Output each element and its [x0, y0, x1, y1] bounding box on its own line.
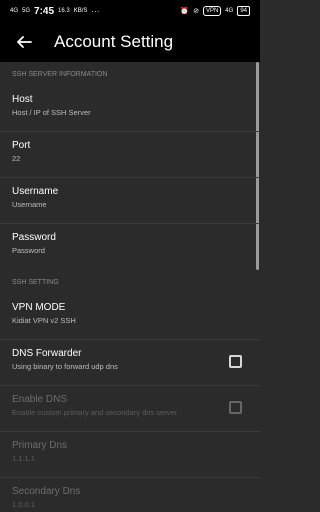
status-right: ⏰ ⊘ VPN 4G 94 — [180, 6, 250, 16]
app-bar: Account Setting — [0, 22, 260, 62]
host-title: Host — [12, 94, 33, 105]
dns-forwarder-checkbox[interactable] — [229, 355, 242, 368]
dns-forwarder-title: DNS Forwarder — [12, 348, 82, 359]
username-title: Username — [12, 186, 59, 197]
vpn-mode-title: VPN MODE — [12, 302, 66, 313]
section-header-ssh-setting: SSH SETTING — [12, 279, 59, 286]
status-bar: 4G 5G 7:45 16.3 KB/S ··· ⏰ ⊘ VPN 4G 94 — [0, 0, 260, 22]
primary-dns-subtitle: 1.1.1.1 — [12, 454, 35, 463]
enable-dns-text: Enable DNS Enable custom primary and sec… — [12, 394, 229, 417]
vpn-mode-subtitle: Kidiat VPN v2 SSH — [12, 316, 76, 325]
status-time: 7:45 — [34, 5, 55, 17]
enable-dns-title: Enable DNS — [12, 394, 68, 405]
username-row[interactable]: Username Username — [0, 178, 260, 224]
more-notifications-icon: ··· — [91, 6, 100, 16]
vpn-mode-row[interactable]: VPN MODE Kidiat VPN v2 SSH — [0, 294, 260, 340]
secondary-dns-subtitle: 1.0.0.1 — [12, 500, 35, 509]
port-title: Port — [12, 140, 31, 151]
enable-dns-row: Enable DNS Enable custom primary and sec… — [0, 386, 260, 432]
host-subtitle: Host / IP of SSH Server — [12, 108, 91, 117]
page-title: Account Setting — [54, 32, 174, 51]
port-subtitle: 22 — [12, 154, 21, 163]
status-left: 4G 5G 7:45 16.3 KB/S ··· — [10, 6, 99, 17]
alarm-icon: ⏰ — [180, 8, 190, 15]
dns-forwarder-row[interactable]: DNS Forwarder Using binary to forward ud… — [0, 340, 260, 386]
primary-dns-title: Primary Dns — [12, 440, 68, 451]
signal-4g: 4G — [10, 8, 19, 14]
section-header-ssh-server: SSH SERVER INFORMATION — [12, 71, 108, 78]
signal-5g: 5G — [22, 8, 31, 14]
enable-dns-subtitle: Enable custom primary and secondary dns … — [12, 408, 178, 417]
secondary-dns-title: Secondary Dns — [12, 486, 81, 497]
primary-dns-row: Primary Dns 1.1.1.1 — [0, 432, 260, 478]
password-title: Password — [12, 232, 56, 243]
back-arrow-icon[interactable] — [14, 32, 34, 52]
secondary-dns-row: Secondary Dns 1.0.0.1 — [0, 478, 260, 512]
dns-forwarder-subtitle: Using binary to forward udp dns — [12, 362, 118, 371]
password-subtitle: Password — [12, 246, 45, 255]
settings-list[interactable]: SSH SERVER INFORMATION Host Host / IP of… — [0, 62, 260, 512]
port-row[interactable]: Port 22 — [0, 132, 260, 178]
username-subtitle: Username — [12, 200, 47, 209]
network-type: 4G — [225, 8, 234, 14]
enable-dns-checkbox — [229, 401, 242, 414]
mute-icon: ⊘ — [193, 8, 199, 15]
dns-forwarder-text: DNS Forwarder Using binary to forward ud… — [12, 348, 229, 371]
battery-icon: 94 — [237, 6, 250, 16]
vpn-badge: VPN — [202, 6, 222, 16]
network-speed: 16.3 — [58, 8, 70, 14]
password-row[interactable]: Password Password — [0, 224, 260, 270]
network-speed-unit: KB/S — [73, 8, 88, 14]
host-row[interactable]: Host Host / IP of SSH Server — [0, 86, 260, 132]
